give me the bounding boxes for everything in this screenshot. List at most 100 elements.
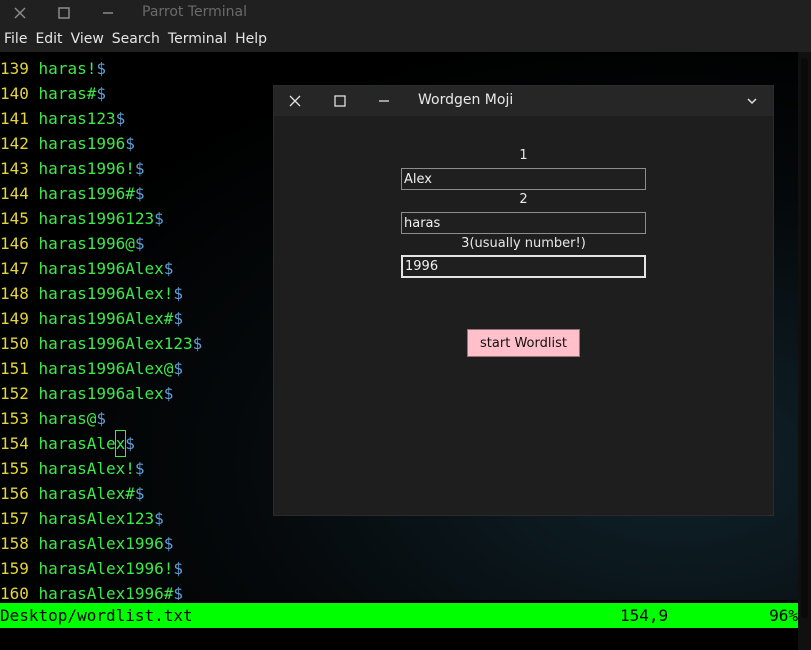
line-end-marker: $ (125, 434, 135, 453)
line-end-marker: $ (96, 409, 106, 428)
terminal-line: 149 haras1996Alex#$ (0, 306, 202, 331)
line-number: 158 (0, 534, 29, 553)
menu-search[interactable]: Search (112, 31, 160, 47)
line-end-marker: $ (96, 84, 106, 103)
line-end-marker: $ (134, 484, 145, 503)
line-end-marker: $ (96, 59, 106, 78)
wordgen-window: Wordgen Moji 1 2 3(usually number!) star… (273, 85, 774, 516)
status-line: Desktop/wordlist.txt 154,9 96% (0, 603, 798, 628)
line-number: 159 (0, 559, 29, 578)
menu-bar: File Edit View Search Terminal Help (0, 26, 811, 52)
line-text: haras1996Alex (38, 259, 164, 278)
line-number: 139 (0, 59, 29, 78)
line-end-marker: $ (192, 334, 203, 353)
line-text: haras123 (38, 109, 116, 128)
start-wordlist-button[interactable]: start Wordlist (467, 329, 580, 357)
line-text: haras1996Alex@ (38, 359, 174, 378)
line-number: 149 (0, 309, 29, 328)
dialog-minimize-icon[interactable] (369, 86, 399, 116)
line-number: 157 (0, 509, 29, 528)
line-text: harasAlex! (38, 459, 135, 478)
terminal-line: 153 haras@$ (0, 406, 202, 431)
line-number: 154 (0, 434, 29, 453)
line-end-marker: $ (134, 459, 145, 478)
line-number: 147 (0, 259, 29, 278)
line-end-marker: $ (163, 384, 174, 403)
line-text: haras1996@ (38, 234, 135, 253)
terminal-line: 156 harasAlex#$ (0, 481, 202, 506)
terminal-line: 146 haras1996@$ (0, 231, 202, 256)
line-number: 142 (0, 134, 29, 153)
line-end-marker: $ (134, 234, 145, 253)
line-text: haras! (38, 59, 97, 78)
terminal-line: 145 haras1996123$ (0, 206, 202, 231)
line-text: harasAle (38, 434, 116, 453)
status-filename: Desktop/wordlist.txt (0, 606, 193, 625)
line-end-marker: $ (173, 309, 184, 328)
line-end-marker: $ (173, 584, 184, 600)
chevron-down-icon[interactable] (737, 86, 767, 116)
line-number: 150 (0, 334, 29, 353)
terminal-line: 140 haras#$ (0, 81, 202, 106)
dialog-title: Wordgen Moji (418, 92, 514, 108)
line-text: haras1996! (38, 159, 135, 178)
maximize-icon[interactable] (44, 0, 84, 26)
line-number: 160 (0, 584, 29, 600)
menu-view[interactable]: View (71, 31, 104, 47)
line-text: haras1996 (38, 134, 126, 153)
line-number: 140 (0, 84, 29, 103)
terminal-titlebar: Parrot Terminal (0, 0, 811, 26)
line-number: 156 (0, 484, 29, 503)
terminal-line: 155 harasAlex!$ (0, 456, 202, 481)
terminal-line: 142 haras1996$ (0, 131, 202, 156)
close-icon[interactable] (0, 0, 40, 26)
menu-help[interactable]: Help (235, 31, 267, 47)
menu-file[interactable]: File (4, 31, 27, 47)
line-end-marker: $ (163, 534, 174, 553)
line-number: 155 (0, 459, 29, 478)
line-number: 148 (0, 284, 29, 303)
line-text: haras@ (38, 409, 97, 428)
field3-input[interactable] (401, 255, 646, 278)
line-text: harasAlex# (38, 484, 135, 503)
line-text: haras1996Alex123 (38, 334, 193, 353)
field2-label: 2 (519, 192, 528, 207)
minimize-icon[interactable] (88, 0, 128, 26)
terminal-scrollbar[interactable] (798, 52, 811, 650)
line-end-marker: $ (154, 209, 164, 228)
line-number: 146 (0, 234, 29, 253)
line-end-marker: $ (154, 509, 164, 528)
menu-edit[interactable]: Edit (35, 31, 62, 47)
line-text: harasAlex1996 (38, 534, 164, 553)
field1-input[interactable] (401, 168, 646, 190)
line-number: 151 (0, 359, 29, 378)
command-line[interactable] (0, 628, 798, 650)
dialog-maximize-icon[interactable] (325, 86, 355, 116)
line-text: harasAlex1996! (38, 559, 174, 578)
terminal-line: 151 haras1996Alex@$ (0, 356, 202, 381)
scrollbar-thumb[interactable] (801, 58, 808, 618)
terminal-line: 152 haras1996alex$ (0, 381, 202, 406)
text-cursor: x (114, 430, 127, 457)
line-end-marker: $ (173, 359, 184, 378)
status-percent: 96% (769, 606, 798, 625)
line-number: 152 (0, 384, 29, 403)
line-text: haras1996Alex# (38, 309, 174, 328)
menu-terminal[interactable]: Terminal (168, 31, 227, 47)
terminal-line: 147 haras1996Alex$ (0, 256, 202, 281)
line-text: haras# (38, 84, 97, 103)
field3-label: 3(usually number!) (461, 236, 586, 251)
terminal-line: 144 haras1996#$ (0, 181, 202, 206)
dialog-titlebar: Wordgen Moji (274, 86, 773, 116)
line-text: harasAlex123 (38, 509, 155, 528)
terminal-line: 159 harasAlex1996!$ (0, 556, 202, 581)
terminal-line: 141 haras123$ (0, 106, 202, 131)
line-number: 143 (0, 159, 29, 178)
line-text: haras1996Alex! (38, 284, 174, 303)
line-end-marker: $ (173, 559, 184, 578)
terminal-line: 150 haras1996Alex123$ (0, 331, 202, 356)
terminal-line: 158 harasAlex1996$ (0, 531, 202, 556)
line-number: 144 (0, 184, 29, 203)
dialog-close-icon[interactable] (280, 86, 310, 116)
field2-input[interactable] (401, 212, 646, 234)
